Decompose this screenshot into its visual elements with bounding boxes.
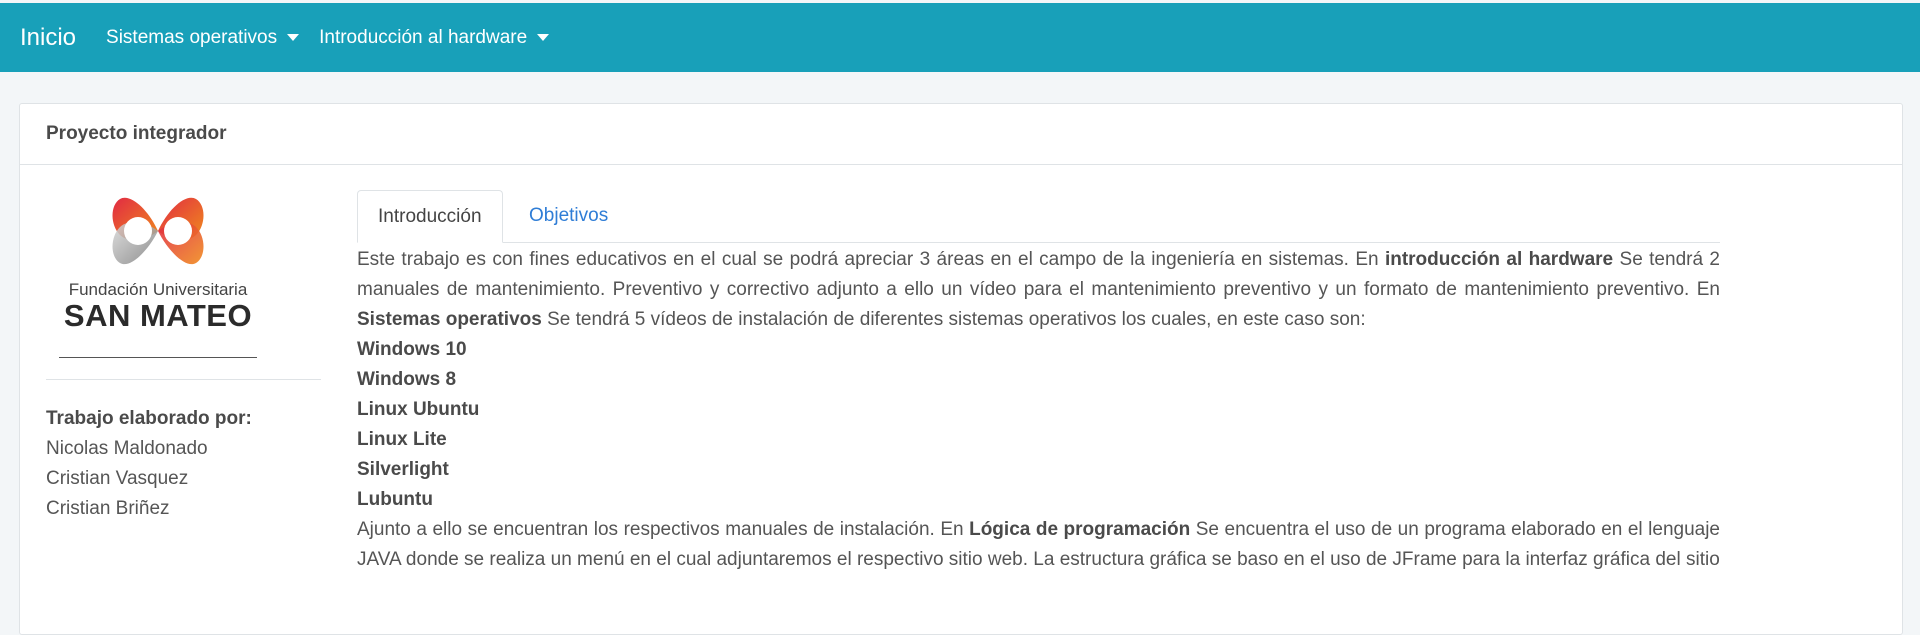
tab-objetivos[interactable]: Objetivos: [509, 190, 628, 242]
nav-dropdown-sistemas-operativos[interactable]: Sistemas operativos: [106, 26, 300, 49]
authors-heading: Trabajo elaborado por:: [46, 408, 252, 429]
tab-introduccion[interactable]: Introducción: [357, 190, 503, 243]
caret-down-icon: [287, 34, 300, 41]
os-list-item: Lubuntu: [357, 489, 433, 510]
authors-section: Trabajo elaborado por: Nicolas Maldonado…: [46, 404, 321, 524]
author-name: Cristian Vasquez: [46, 468, 189, 489]
intro-highlight: Lógica de programación: [969, 519, 1191, 540]
author-name: Cristian Briñez: [46, 498, 170, 519]
os-list-item: Linux Ubuntu: [357, 399, 480, 420]
divider: [46, 379, 321, 380]
logo-divider: [59, 357, 257, 358]
nav-item-label: Introducción al hardware: [319, 26, 528, 48]
os-list-item: Windows 8: [357, 369, 457, 390]
intro-text: Este trabajo es con fines educativos en …: [357, 245, 1720, 575]
main-content: Introducción Objetivos Este trabajo es c…: [357, 190, 1720, 575]
intro-highlight: introducción al hardware: [1384, 249, 1614, 270]
university-logo: Fundación Universitaria SAN MATEO: [58, 189, 258, 331]
project-card: Proyecto integrador Fundación Universita…: [19, 103, 1903, 635]
logo-text-fundacion: Fundación Universitaria: [68, 280, 248, 299]
author-name: Nicolas Maldonado: [46, 438, 208, 459]
home-link[interactable]: Inicio: [20, 24, 76, 52]
tab-bar: Introducción Objetivos: [357, 190, 1720, 243]
nav-dropdown-introduccion-hardware[interactable]: Introducción al hardware: [319, 26, 550, 49]
os-list-item: Silverlight: [357, 459, 449, 480]
caret-down-icon: [537, 34, 550, 41]
intro-text-part: Se tendrá 5 vídeos de instalación de dif…: [541, 309, 1366, 330]
intro-highlight: Sistemas operativos: [357, 309, 542, 330]
san-mateo-emblem-icon: [112, 197, 204, 265]
card-title: Proyecto integrador: [20, 104, 1902, 165]
intro-text-part: Ajunto a ello se encuentran los respecti…: [357, 519, 970, 540]
os-list-item: Linux Lite: [357, 429, 447, 450]
top-navbar: Inicio Sistemas operativos Introducción …: [0, 3, 1920, 72]
logo-text-san-mateo: SAN MATEO: [63, 298, 253, 333]
left-column: Fundación Universitaria SAN MATEO Trabaj…: [46, 189, 321, 524]
os-list-item: Windows 10: [357, 339, 467, 360]
nav-item-label: Sistemas operativos: [106, 26, 278, 48]
intro-text-part: Este trabajo es con fines educativos en …: [357, 249, 1385, 270]
